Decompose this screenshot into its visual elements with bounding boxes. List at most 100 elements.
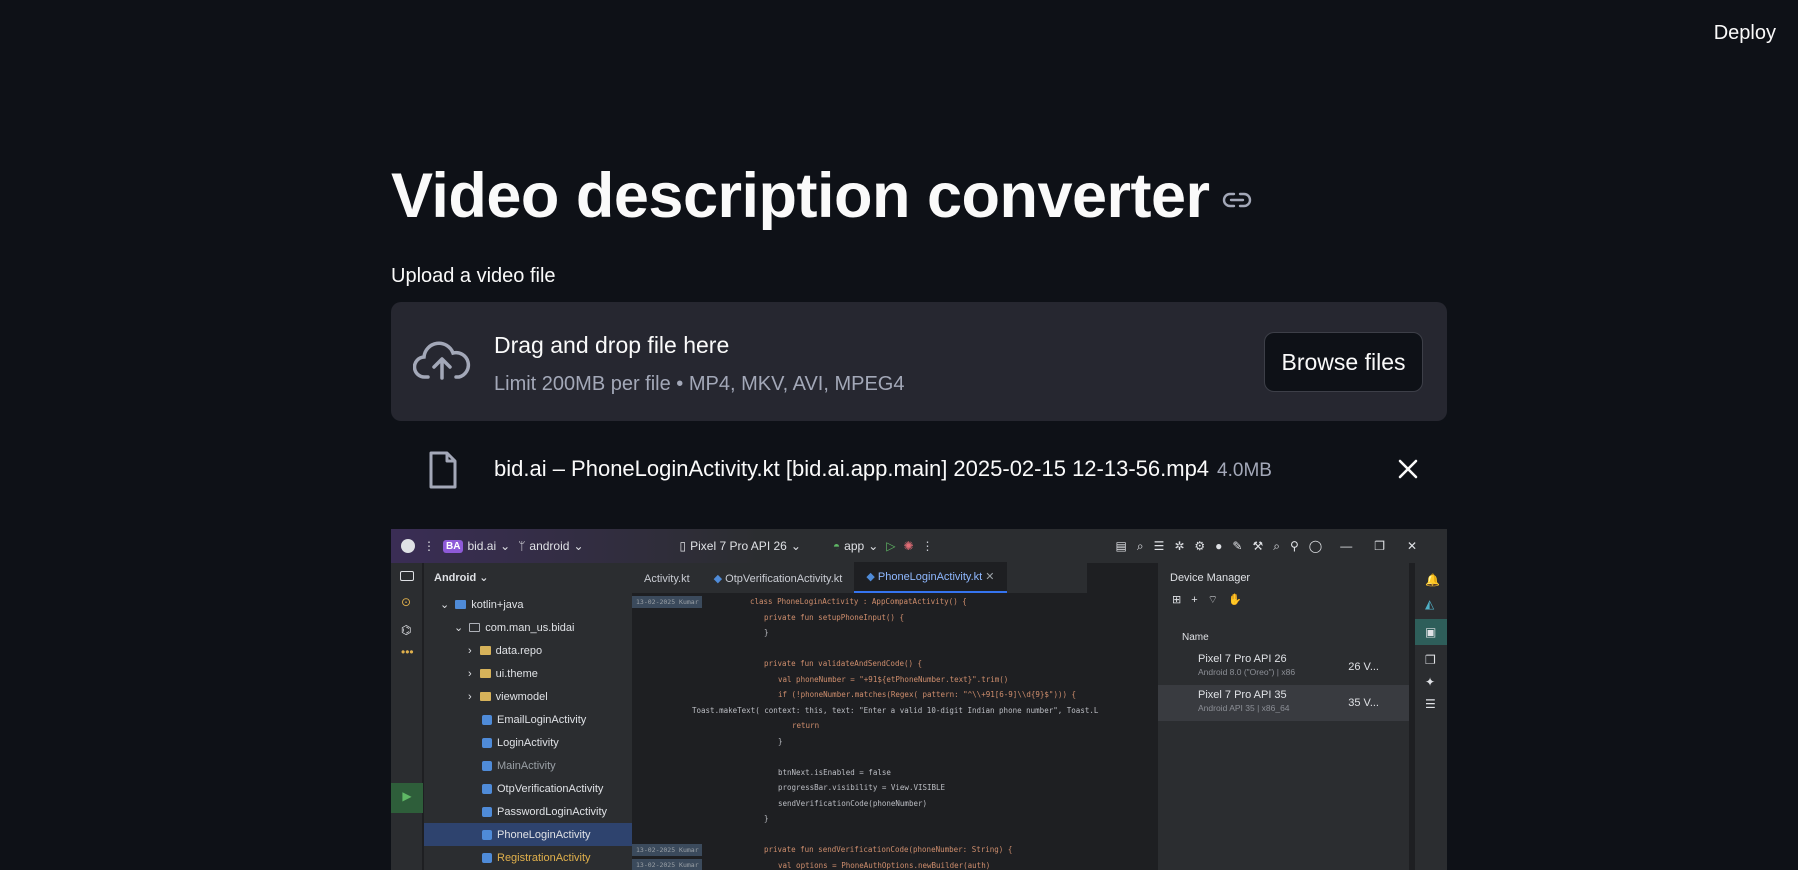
code-text: progressBar.visibility = View.VISIBLE — [778, 783, 946, 793]
code-line: private fun setupPhoneInput() { — [632, 610, 1087, 626]
uploaded-file-row: bid.ai – PhoneLoginActivity.kt [bid.ai.a… — [391, 448, 1447, 492]
code-line: btnNext.isEnabled = false — [632, 765, 1087, 781]
tree-item-label: viewmodel — [495, 690, 548, 703]
device-selector: ▯ Pixel 7 Pro API 26 ⌄ — [679, 539, 801, 553]
blame-annotation — [632, 704, 636, 716]
tree-item: › viewmodel — [468, 690, 548, 703]
device-row-selected: Pixel 7 Pro API 35 Android API 35 | x86_… — [1158, 685, 1409, 721]
code-line: } — [632, 625, 1087, 641]
gradle-icon: ◭ — [1425, 597, 1435, 611]
project-selector: BA bid.ai ⌄ — [443, 539, 510, 553]
code-line: 13-02-2025 Kumar val options = PhoneAuthO… — [632, 858, 1087, 870]
tree-item: ⌄ kotlin+java — [440, 598, 524, 612]
tree-item: EmailLoginActivity — [424, 708, 632, 731]
project-badge: BA — [443, 539, 464, 553]
tree-item-label: com.man_us.bidai — [485, 621, 575, 634]
code-line: } — [632, 734, 1087, 750]
tree-item-label: data.repo — [495, 644, 543, 657]
code-text: return — [792, 721, 820, 731]
tree-item: ⌄ com.man_us.bidai — [454, 621, 575, 635]
project-name: bid.ai — [467, 539, 497, 553]
link-icon[interactable] — [1222, 189, 1252, 216]
device-manager-title: Device Manager — [1170, 572, 1251, 584]
run-icon: ▷ — [886, 539, 896, 553]
blame-annotation: 13-02-2025 Kumar — [632, 843, 702, 856]
blame-annotation: 13-02-2025 Kumar — [632, 595, 702, 608]
code-text: val options = PhoneAuthOptions.newBuilde… — [778, 860, 991, 870]
file-icon — [427, 450, 459, 495]
more-icon: ⋮ — [921, 539, 934, 553]
upload-label: Upload a video file — [391, 265, 556, 287]
file-name: bid.ai – PhoneLoginActivity.kt [bid.ai.a… — [494, 456, 1272, 482]
device-api: 26 V... — [1348, 661, 1379, 673]
tree-item: RegistrationActivity — [424, 846, 632, 869]
cloud-upload-icon — [412, 340, 471, 387]
code-line — [632, 827, 1087, 843]
remove-file-icon[interactable] — [1397, 458, 1419, 485]
code-line: 13-02-2025 Kumar class PhoneLoginActivity… — [632, 594, 1087, 610]
tree-item-label: OtpVerificationActivity — [497, 782, 604, 795]
more-tools-icon: ••• — [401, 645, 414, 659]
tree-item-label: PhoneLoginActivity — [497, 828, 591, 841]
code-line: Toast.makeText( context: this, text: "En… — [632, 703, 1098, 719]
title-row: Video description converter — [391, 160, 1252, 232]
file-name-text: bid.ai – PhoneLoginActivity.kt [bid.ai.a… — [494, 456, 1210, 481]
gemini-icon: ✦ — [1425, 675, 1436, 689]
branch-name: android — [529, 539, 570, 553]
code-text: sendVerificationCode(phoneNumber) — [778, 798, 928, 808]
code-line — [632, 641, 1087, 657]
ide-left-toolbar: ⊙ ⌬ ••• ▶ — [391, 563, 423, 870]
code-text: btnNext.isEnabled = false — [778, 767, 891, 777]
code-text: class PhoneLoginActivity : AppCompatActi… — [750, 597, 967, 607]
tree-item: › data.repo — [468, 644, 543, 657]
code-text: } — [764, 814, 769, 824]
tree-title: Android ⌄ — [434, 572, 489, 584]
tree-item-label: EmailLoginActivity — [497, 713, 587, 726]
debug-icon: ✺ — [903, 539, 914, 553]
commit-icon: ⊙ — [401, 595, 412, 609]
run-config: ◓ app ⌄ — [832, 539, 879, 553]
blame-annotation — [632, 689, 702, 701]
tree-item: MainActivity — [424, 754, 632, 777]
android-studio-logo-icon — [401, 539, 415, 553]
dropzone-limit: Limit 200MB per file • MP4, MKV, AVI, MP… — [494, 373, 905, 395]
blame-annotation — [632, 627, 702, 639]
ide-right-toolbar: 🔔 ◭ ▣ ❐ ✦ ☰ — [1414, 563, 1447, 870]
blame-annotation — [632, 673, 702, 685]
deploy-button[interactable]: Deploy — [1714, 22, 1776, 45]
blame-annotation — [632, 766, 702, 778]
blame-annotation — [632, 751, 702, 763]
video-preview[interactable]: ⋮ BA bid.ai ⌄ ᛘ android ⌄ ▯ Pixel 7 Pro A… — [391, 529, 1447, 870]
blame-annotation — [632, 782, 702, 794]
blame-annotation — [632, 735, 702, 747]
tree-item: LoginActivity — [424, 731, 632, 754]
blame-annotation — [632, 797, 702, 809]
project-view-icon — [400, 571, 414, 581]
blame-annotation — [632, 658, 702, 670]
code-line: progressBar.visibility = View.VISIBLE — [632, 780, 1087, 796]
code-text: if (!phoneNumber.matches(Regex( pattern:… — [778, 690, 1077, 700]
device-manager-panel: Device Manager ⊞+⌔✋ Name Pixel 7 Pro API… — [1157, 563, 1409, 870]
code-line: return — [632, 718, 1087, 734]
blame-annotation — [632, 611, 702, 623]
device-mirror-icon: ❐ — [1425, 653, 1436, 667]
editor-tab-label: PhoneLoginActivity.kt — [877, 571, 983, 583]
device-manager-icon: ▣ — [1415, 619, 1447, 645]
blame-annotation — [632, 642, 702, 654]
editor-tab: Activity.kt — [644, 573, 690, 585]
tree-item-selected: PhoneLoginActivity — [424, 823, 632, 846]
device-column-header: Name — [1182, 632, 1209, 643]
device-name: Pixel 7 Pro API 26 — [690, 539, 787, 553]
device-row: Pixel 7 Pro API 26 Android 8.0 ("Oreo") … — [1158, 649, 1409, 685]
browse-files-button[interactable]: Browse files — [1264, 332, 1423, 392]
page-title: Video description converter — [391, 161, 1210, 231]
tree-title-text: Android — [434, 572, 477, 584]
code-line: val phoneNumber = "+91${etPhoneNumber.te… — [632, 672, 1087, 688]
tree-item: OtpVerificationActivity — [424, 777, 632, 800]
run-tool-icon: ▶ — [391, 783, 423, 813]
tree-item: › ui.theme — [468, 667, 538, 680]
run-config-name: app — [844, 539, 865, 553]
file-dropzone[interactable]: Drag and drop file here Limit 200MB per … — [391, 302, 1447, 421]
device-manager-actions: ⊞+⌔✋ — [1172, 594, 1252, 606]
code-line: sendVerificationCode(phoneNumber) — [632, 796, 1087, 812]
